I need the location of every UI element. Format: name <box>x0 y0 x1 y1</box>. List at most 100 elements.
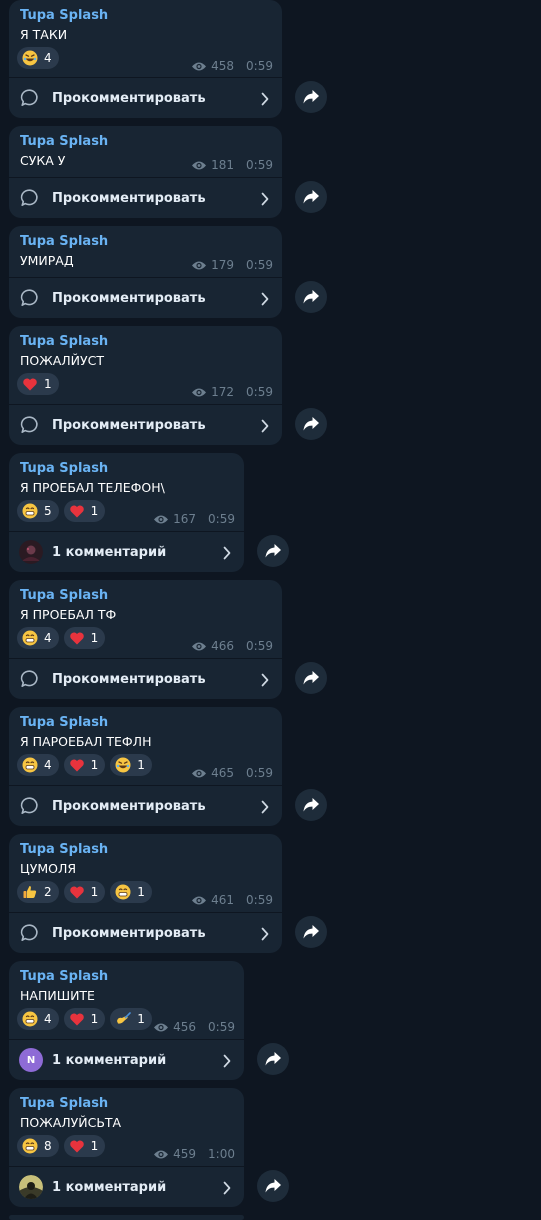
rofl-emoji <box>22 50 38 66</box>
reaction-chip[interactable]: 8 <box>17 1135 59 1157</box>
reaction-chip[interactable]: 4 <box>17 1008 59 1030</box>
comment-button[interactable]: Прокомментировать <box>9 913 282 953</box>
share-icon <box>302 89 320 105</box>
comment-button[interactable]: Прокомментировать <box>9 659 282 699</box>
reaction-chip[interactable]: 5 <box>17 500 59 522</box>
reaction-chip[interactable]: 2 <box>17 881 59 903</box>
comment-label: Прокомментировать <box>52 417 206 433</box>
post-meta: 459 1:00 <box>153 1147 235 1161</box>
commenter-avatar <box>19 1175 43 1199</box>
reaction-chip[interactable]: 1 <box>110 1008 152 1030</box>
reaction-chip[interactable]: 1 <box>17 373 59 395</box>
share-button[interactable] <box>257 535 289 567</box>
share-button[interactable] <box>257 1170 289 1202</box>
chevron-right-icon <box>260 291 270 306</box>
reaction-chip[interactable]: 1 <box>63 1008 106 1030</box>
chevron-right-icon <box>222 545 232 560</box>
commenter-avatar <box>19 540 43 564</box>
reaction-count: 1 <box>137 885 145 899</box>
comment-button[interactable]: Прокомментировать <box>9 278 282 318</box>
reactions-row: 41 <box>17 627 106 649</box>
rofl-emoji <box>115 757 131 773</box>
post-text: СУКА У <box>20 153 66 168</box>
reaction-chip[interactable]: 1 <box>63 1135 106 1157</box>
post-time: 0:59 <box>246 893 273 907</box>
reaction-chip[interactable]: 1 <box>63 754 106 776</box>
grin-emoji <box>22 1011 38 1027</box>
share-button[interactable] <box>257 1043 289 1075</box>
reaction-chip[interactable]: 1 <box>63 627 106 649</box>
share-button[interactable] <box>295 281 327 313</box>
reaction-chip[interactable]: 1 <box>110 754 152 776</box>
post-author[interactable]: Tupa Splash <box>20 715 108 730</box>
eye-icon <box>191 641 207 652</box>
post-author[interactable]: Tupa Splash <box>20 842 108 857</box>
comment-label: 1 комментарий <box>52 1052 167 1068</box>
post-meta: 179 0:59 <box>191 258 273 272</box>
post-time: 1:00 <box>208 1147 235 1161</box>
chevron-right-icon <box>222 1053 232 1068</box>
post-meta: 181 0:59 <box>191 158 273 172</box>
eye-icon <box>153 514 169 525</box>
post-author[interactable]: Tupa Splash <box>20 461 108 476</box>
channel-post: Tupa Splash Я ТАКИ 4 458 0:59 Прокомментирова… <box>9 0 282 118</box>
view-count: 456 <box>173 1020 197 1034</box>
reaction-chip[interactable]: 4 <box>17 754 59 776</box>
post-text: НАПИШИТЕ <box>20 988 95 1003</box>
share-button[interactable] <box>295 916 327 948</box>
reaction-count: 1 <box>90 1139 99 1153</box>
share-button[interactable] <box>295 789 327 821</box>
comment-button[interactable]: Прокомментировать <box>9 405 282 445</box>
reaction-chip[interactable]: 1 <box>63 881 106 903</box>
comment-label: Прокомментировать <box>52 290 206 306</box>
comment-label: Прокомментировать <box>52 671 206 687</box>
view-count: 466 <box>211 639 235 653</box>
share-button[interactable] <box>295 662 327 694</box>
post-author[interactable]: Tupa Splash <box>20 969 108 984</box>
post-author[interactable]: Tupa Splash <box>20 334 108 349</box>
comment-button[interactable]: Прокомментировать <box>9 78 282 118</box>
share-icon <box>302 189 320 205</box>
share-button[interactable] <box>295 408 327 440</box>
comment-label: Прокомментировать <box>52 190 206 206</box>
comment-button[interactable]: Прокомментировать <box>9 786 282 826</box>
reaction-chip[interactable]: 4 <box>17 47 59 69</box>
comment-label: Прокомментировать <box>52 90 206 106</box>
post-text: ПОЖАЛЙУСТ <box>20 353 104 368</box>
eye-icon <box>191 160 207 171</box>
heart-emoji <box>22 376 38 392</box>
grin-emoji <box>22 630 38 646</box>
channel-feed: Tupa Splash Я ТАКИ 4 458 0:59 Прокомментирова… <box>0 0 541 1220</box>
post-time: 0:59 <box>246 766 273 780</box>
comments-link[interactable]: N 1 комментарий <box>9 1040 244 1080</box>
share-button[interactable] <box>295 181 327 213</box>
post-author[interactable]: Tupa Splash <box>20 588 108 603</box>
reaction-chip[interactable]: 1 <box>63 500 106 522</box>
post-author[interactable]: Tupa Splash <box>20 8 108 23</box>
channel-post <box>9 1215 244 1220</box>
chevron-right-icon <box>260 672 270 687</box>
comment-button[interactable]: Прокомментировать <box>9 178 282 218</box>
heart-emoji <box>69 757 85 773</box>
reaction-chip[interactable]: 1 <box>110 881 152 903</box>
post-author[interactable]: Tupa Splash <box>20 234 108 249</box>
post-time: 0:59 <box>246 158 273 172</box>
reaction-count: 1 <box>90 758 99 772</box>
view-count: 167 <box>173 512 197 526</box>
reaction-chip[interactable]: 4 <box>17 627 59 649</box>
reactions-row: 4 <box>17 47 59 69</box>
comment-icon <box>20 415 40 435</box>
post-author[interactable]: Tupa Splash <box>20 1096 108 1111</box>
comment-icon <box>20 923 40 943</box>
post-text: Я ПРОЕБАЛ ТФ <box>20 607 117 622</box>
post-author[interactable]: Tupa Splash <box>20 134 108 149</box>
comments-link[interactable]: 1 комментарий <box>9 532 244 572</box>
post-text: Я ПАРОЕБАЛ ТЕФЛН <box>20 734 152 749</box>
post-meta: 461 0:59 <box>191 893 273 907</box>
grin-emoji <box>115 884 131 900</box>
reaction-count: 1 <box>90 1012 99 1026</box>
view-count: 172 <box>211 385 235 399</box>
share-button[interactable] <box>295 81 327 113</box>
comment-icon <box>20 288 40 308</box>
comments-link[interactable]: 1 комментарий <box>9 1167 244 1207</box>
